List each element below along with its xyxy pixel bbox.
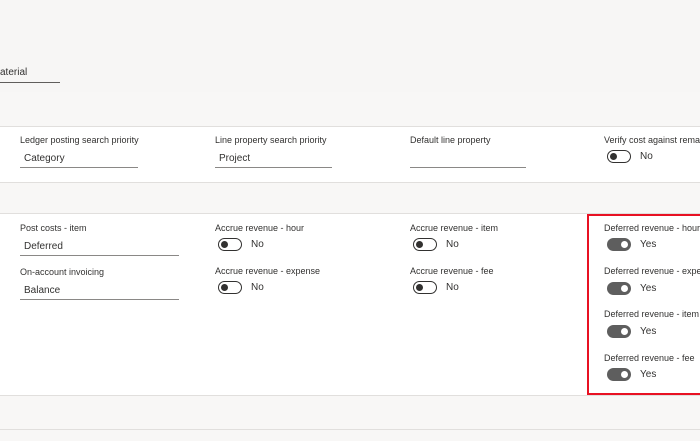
section-divider — [0, 429, 700, 430]
accrue-revenue-hour-toggle[interactable]: No — [218, 238, 264, 251]
toggle-state-text: No — [446, 239, 459, 250]
accrue-revenue-item-toggle[interactable]: No — [413, 238, 459, 251]
accrue-revenue-expense-toggle[interactable]: No — [218, 281, 264, 294]
post-costs-item-field[interactable]: Deferred — [20, 238, 179, 256]
default-line-property-field[interactable] — [410, 150, 526, 168]
highlight-box — [587, 214, 700, 395]
toggle-state-text: No — [640, 151, 653, 162]
toggle-state-text: No — [446, 282, 459, 293]
toggle-switch[interactable] — [607, 150, 631, 163]
accrue-revenue-expense-label: Accrue revenue - expense — [215, 266, 321, 276]
on-account-invoicing-label: On-account invoicing — [20, 267, 105, 277]
default-line-property-label: Default line property — [410, 135, 491, 145]
verify-cost-toggle[interactable]: No — [607, 150, 653, 163]
accrue-revenue-hour-label: Accrue revenue - hour — [215, 223, 305, 233]
verify-cost-label: Verify cost against remai — [604, 135, 700, 145]
toggle-state-text: No — [251, 239, 264, 250]
accrue-revenue-fee-label: Accrue revenue - fee — [410, 266, 494, 276]
line-property-search-priority-field[interactable]: Project — [215, 150, 332, 168]
toggle-switch[interactable] — [218, 281, 242, 294]
toggle-switch[interactable] — [413, 238, 437, 251]
on-account-invoicing-field[interactable]: Balance — [20, 282, 179, 300]
ledger-posting-search-priority-label: Ledger posting search priority — [20, 135, 139, 145]
accrue-revenue-fee-toggle[interactable]: No — [413, 281, 459, 294]
post-costs-item-label: Post costs - item — [20, 223, 87, 233]
toggle-switch[interactable] — [413, 281, 437, 294]
toggle-state-text: No — [251, 282, 264, 293]
toggle-switch[interactable] — [218, 238, 242, 251]
accrue-revenue-item-label: Accrue revenue - item — [410, 223, 499, 233]
header-area: aterial — [0, 0, 700, 92]
line-property-search-priority-label: Line property search priority — [215, 135, 327, 145]
header-field[interactable]: aterial — [0, 64, 60, 83]
ledger-posting-search-priority-field[interactable]: Category — [20, 150, 138, 168]
